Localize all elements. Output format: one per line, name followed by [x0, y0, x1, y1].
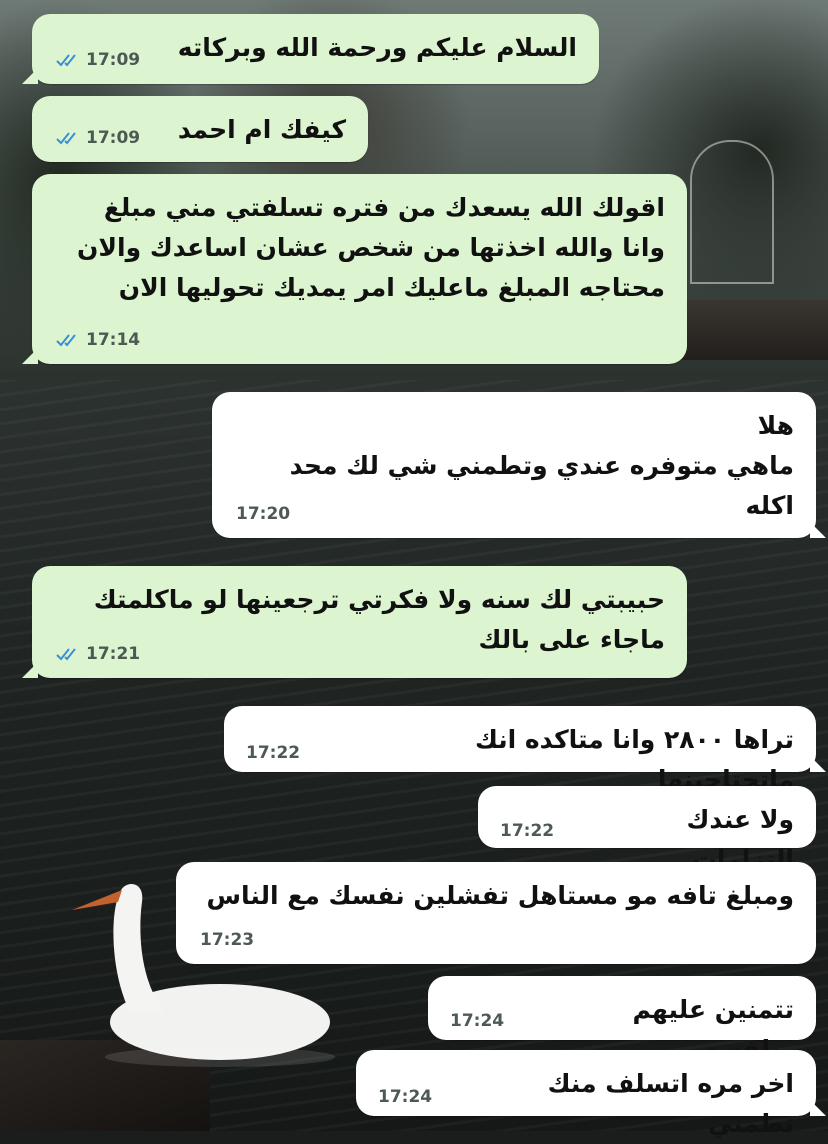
message-text: حبيبتي لك سنه ولا فكرتي ترجعينها لو ماكل…	[93, 585, 665, 654]
message-time: 17:24	[450, 1011, 505, 1031]
message-time: 17:14	[86, 329, 141, 350]
message-bubble-incoming[interactable]: اخر مره اتسلف منك تطمني 17:24	[356, 1050, 826, 1138]
message-bubble-incoming[interactable]: ومبلغ تافه مو مستاهل تفشلين نفسك مع النا…	[176, 862, 816, 964]
message-meta: 17:23	[200, 927, 254, 954]
message-time: 17:20	[236, 503, 291, 524]
message-bubble-incoming[interactable]: ولا عندك التزامات 17:22	[478, 786, 816, 874]
message-text: اخر مره اتسلف منك تطمني	[547, 1069, 794, 1138]
message-text: هلا ماهي متوفره عندي وتطمني شي لك محد اك…	[289, 411, 794, 520]
message-bubble-outgoing[interactable]: السلام عليكم ورحمة الله وبركاته 17:09	[22, 14, 599, 84]
message-meta: 17:20	[236, 501, 290, 528]
message-time: 17:21	[86, 643, 141, 664]
message-time: 17:24	[378, 1087, 433, 1107]
double-check-icon	[56, 334, 76, 347]
double-check-icon	[56, 132, 76, 145]
message-meta: 17:09	[56, 47, 140, 74]
message-time: 17:09	[86, 127, 141, 148]
message-bubble-incoming[interactable]: تراها ٢٨٠٠ وانا متاكده انك ماتحتاجينها 1…	[224, 706, 826, 794]
message-time: 17:23	[200, 929, 255, 950]
message-text: ومبلغ تافه مو مستاهل تفشلين نفسك مع النا…	[206, 881, 794, 910]
gazebo-decoration	[690, 140, 774, 284]
message-time: 17:09	[86, 49, 141, 70]
message-meta: 17:14	[56, 327, 140, 354]
message-meta: 17:09	[56, 125, 140, 152]
message-time: 17:22	[500, 821, 555, 841]
message-bubble-outgoing[interactable]: اقولك الله يسعدك من فتره تسلفتي مني مبلغ…	[22, 174, 687, 364]
message-text: اقولك الله يسعدك من فتره تسلفتي مني مبلغ…	[77, 193, 665, 302]
message-time: 17:22	[246, 743, 301, 763]
message-bubble-incoming[interactable]: هلا ماهي متوفره عندي وتطمني شي لك محد اك…	[212, 392, 826, 538]
double-check-icon	[56, 54, 76, 67]
message-bubble-outgoing[interactable]: حبيبتي لك سنه ولا فكرتي ترجعينها لو ماكل…	[22, 566, 687, 678]
message-bubble-outgoing[interactable]: كيفك ام احمد 17:09	[32, 96, 368, 162]
message-bubble-incoming[interactable]: تتمنين عليهم بطفسه 17:24	[428, 976, 816, 1064]
message-meta: 17:21	[56, 641, 140, 668]
double-check-icon	[56, 648, 76, 661]
